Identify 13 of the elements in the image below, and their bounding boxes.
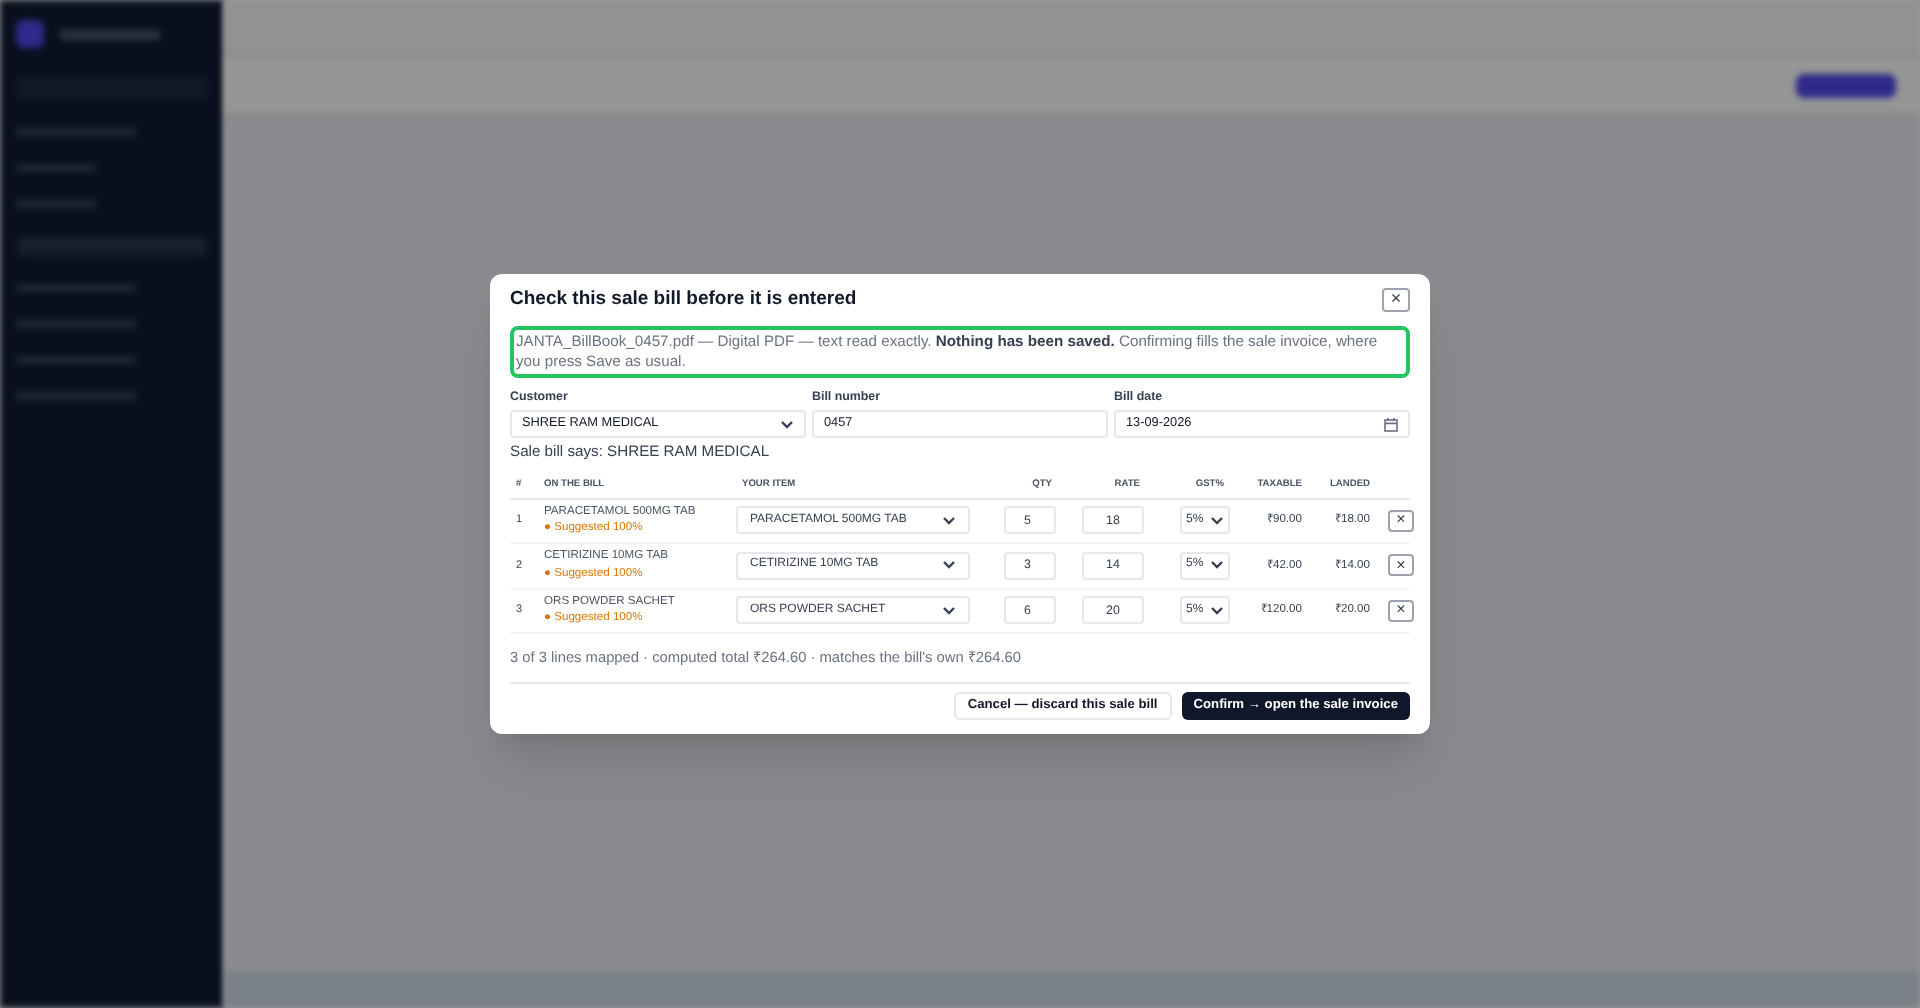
chevron-down-icon bbox=[942, 560, 956, 571]
close-button[interactable]: × bbox=[1382, 287, 1410, 312]
chevron-down-icon bbox=[780, 419, 794, 430]
remove-line-button[interactable]: × bbox=[1388, 509, 1414, 532]
chevron-down-icon bbox=[1210, 605, 1224, 616]
chevron-down-icon bbox=[1210, 515, 1224, 526]
chevron-down-icon bbox=[1210, 560, 1224, 571]
calendar-icon bbox=[1384, 417, 1398, 432]
remove-line-button[interactable]: × bbox=[1388, 554, 1414, 577]
dialog-title: Check this sale bill before it is entered bbox=[510, 285, 857, 314]
chevron-down-icon bbox=[942, 605, 956, 616]
remove-line-button[interactable]: × bbox=[1388, 599, 1414, 622]
chevron-down-icon bbox=[942, 515, 956, 526]
